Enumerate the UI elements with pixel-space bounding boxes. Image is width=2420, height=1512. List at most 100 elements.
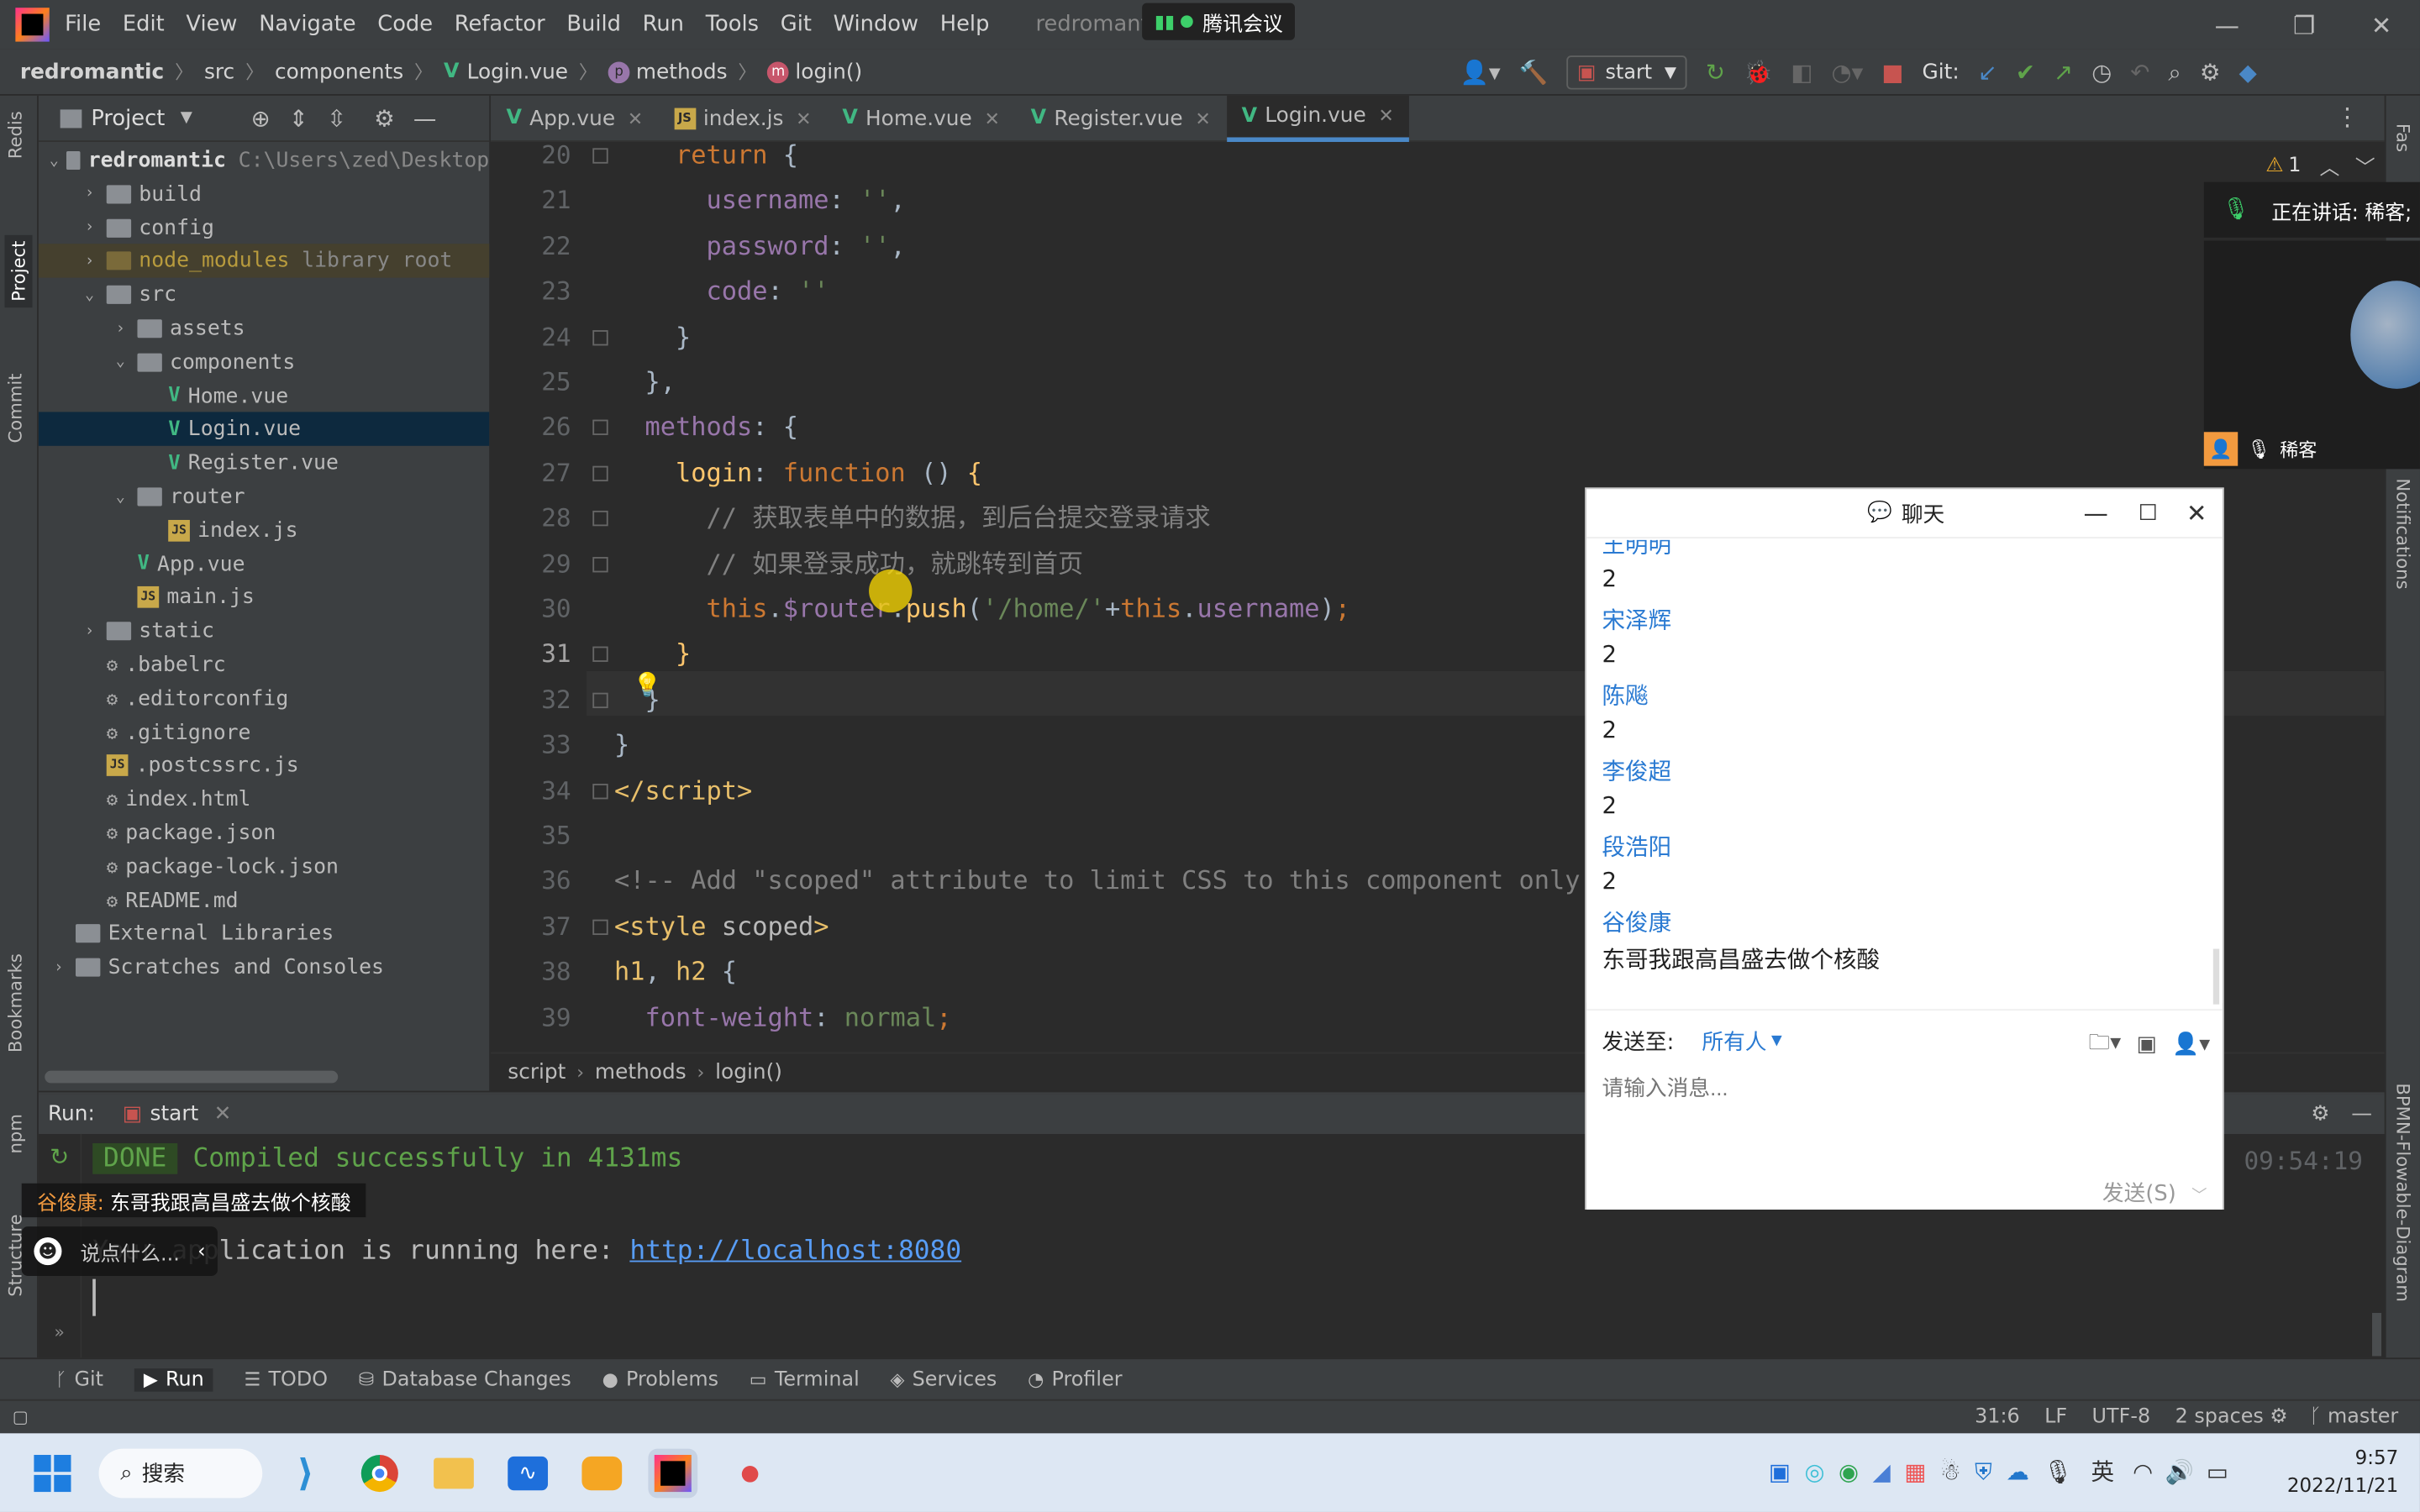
tree-item[interactable]: › node_modules library root xyxy=(38,244,490,279)
collapse-all-icon[interactable]: ⇳ xyxy=(327,104,346,132)
ime-indicator[interactable]: 英 xyxy=(2091,1455,2114,1488)
file-explorer-icon[interactable] xyxy=(429,1449,479,1499)
gear-icon[interactable]: ⚙ xyxy=(2311,1101,2329,1126)
plugin-icon[interactable]: ◆ xyxy=(2239,59,2257,87)
rollback-icon[interactable]: ↶ xyxy=(2130,59,2149,87)
more-tabs-icon[interactable]: ⋮ xyxy=(2335,102,2360,131)
run-config-select[interactable]: ▣ start ▼ xyxy=(1566,55,1687,90)
recorder-icon[interactable]: ● xyxy=(725,1449,775,1499)
tree-item[interactable]: ⌄ src xyxy=(39,278,489,312)
tool-run[interactable]: ▶ Run xyxy=(134,1368,213,1391)
chevron-right-icon[interactable]: › xyxy=(109,320,131,337)
office-tray-icon[interactable]: ▦ xyxy=(1904,1457,1926,1485)
tool-notifications[interactable]: Notifications xyxy=(2392,478,2414,589)
git-commit-icon[interactable]: ✔ xyxy=(2016,59,2035,87)
video-tile[interactable]: 👤 🎙 稀客 xyxy=(2203,240,2420,470)
profile-icon[interactable]: ◔▾ xyxy=(1832,59,1864,87)
tool-bpmn[interactable]: BPMN-Flowable-Diagram xyxy=(2392,1083,2414,1302)
tree-item[interactable]: › config xyxy=(39,211,489,244)
tab-app-vue[interactable]: V App.vue ✕ xyxy=(491,95,659,141)
fold-marker-icon[interactable] xyxy=(592,647,608,663)
layout-icon[interactable]: ▢ xyxy=(13,1407,29,1427)
close-tab-icon[interactable]: ✕ xyxy=(984,108,999,129)
search-icon[interactable]: ⌕ xyxy=(2168,59,2181,87)
fold-marker-icon[interactable] xyxy=(592,556,608,572)
chevron-right-icon[interactable]: › xyxy=(79,253,101,270)
fold-marker-icon[interactable] xyxy=(592,148,608,164)
chevron-right-icon[interactable]: › xyxy=(48,959,70,976)
tree-item[interactable]: V Home.vue xyxy=(39,379,489,412)
horizontal-scrollbar[interactable] xyxy=(45,1070,339,1084)
fold-marker-icon[interactable] xyxy=(592,692,608,708)
restore-icon[interactable]: ❐ xyxy=(2265,10,2343,39)
cursor-position[interactable]: 31:6 xyxy=(1975,1405,2020,1429)
rerun-icon[interactable]: ↻ xyxy=(39,1143,81,1171)
chat-scrollbar[interactable] xyxy=(2212,948,2220,1005)
chevron-down-icon[interactable]: ⌄ xyxy=(109,488,131,505)
tree-item[interactable]: ⚙ README.md xyxy=(39,884,489,917)
chat-sender-name[interactable]: 宋泽辉 xyxy=(1602,602,1671,635)
crumb-methods[interactable]: methods xyxy=(595,1059,687,1084)
history-icon[interactable]: ◷ xyxy=(2091,59,2112,87)
project-title[interactable]: Project xyxy=(91,106,165,130)
chat-sender-name[interactable]: 陈飚 xyxy=(1602,678,1648,711)
tree-item[interactable]: ⌄ components xyxy=(39,345,489,379)
inspection-widget[interactable]: ⚠ 1 ︿ ﹀ xyxy=(2265,151,2375,181)
wifi-icon[interactable]: ◠ xyxy=(2133,1457,2153,1485)
coverage-icon[interactable]: ◧ xyxy=(1791,59,1812,87)
tree-item[interactable]: › Scratches and Consoles xyxy=(39,951,489,984)
crumb-file[interactable]: Login.vue xyxy=(467,60,568,84)
maximize-icon[interactable]: ☐ xyxy=(2139,501,2158,525)
tab-index-js[interactable]: JS index.js ✕ xyxy=(659,95,827,141)
settings-icon[interactable]: ⚙ xyxy=(2270,1405,2287,1429)
chat-sender-name[interactable]: 李俊超 xyxy=(1602,753,1671,786)
send-button[interactable]: 发送(S) xyxy=(2102,1177,2176,1208)
chevron-right-icon[interactable]: › xyxy=(79,622,101,639)
briefcase-app-icon[interactable] xyxy=(577,1449,627,1499)
tool-npm[interactable]: npm xyxy=(5,1114,27,1153)
chat-messages[interactable]: 王明明 2 宋泽辉 2 陈飚 2 李俊超 2 段浩阳 2 谷俊康 东哥我跟高昌盛去做个核酸 xyxy=(1586,539,2223,1003)
wechat-tray-icon[interactable]: ◉ xyxy=(1839,1457,1859,1485)
gear-icon[interactable]: ⚙ xyxy=(374,104,395,132)
chevron-down-icon[interactable]: ⌄ xyxy=(109,354,131,370)
localhost-link[interactable]: http://localhost:8080 xyxy=(629,1236,961,1267)
send-to-select[interactable]: 所有人 xyxy=(1702,1026,1766,1057)
tree-item[interactable]: External Libraries xyxy=(39,917,489,951)
indent[interactable]: 2 spaces xyxy=(2175,1405,2264,1429)
intellij-taskbar-icon[interactable] xyxy=(648,1448,698,1499)
menu-item-edit[interactable]: Edit xyxy=(123,13,165,37)
taskbar-search[interactable]: ⌕ 搜索 xyxy=(98,1448,263,1499)
more-icon[interactable]: » xyxy=(39,1322,81,1342)
debug-icon[interactable]: 🐞 xyxy=(1744,59,1772,87)
tree-item[interactable]: V App.vue xyxy=(39,547,489,580)
fold-marker-icon[interactable] xyxy=(592,919,608,935)
emoji-icon[interactable]: ☻ xyxy=(34,1237,62,1266)
message-input[interactable] xyxy=(1602,1068,2204,1106)
crumb-login[interactable]: login() xyxy=(795,60,862,84)
menu-item-navigate[interactable]: Navigate xyxy=(259,13,355,37)
screenshot-icon[interactable]: ▣ xyxy=(2137,1032,2157,1057)
tree-item[interactable]: JS main.js xyxy=(39,580,489,614)
close-tab-icon[interactable]: ✕ xyxy=(1195,108,1210,129)
tree-item[interactable]: ⌄ redromantic C:\Users\zed\Desktop xyxy=(39,144,490,177)
shield-tray-icon[interactable]: ⛨ xyxy=(1975,1457,1992,1485)
tree-item[interactable]: ⌄ router xyxy=(39,480,489,513)
tab-register-vue[interactable]: V Register.vue ✕ xyxy=(1015,95,1226,141)
tool-redis[interactable]: Redis xyxy=(5,111,27,159)
git-update-icon[interactable]: ↙ xyxy=(1978,59,1997,87)
chevron-down-icon[interactable]: ﹀ xyxy=(2355,151,2375,181)
qq-tray-icon[interactable]: ☃ xyxy=(1940,1457,1961,1485)
crumb-components[interactable]: components xyxy=(275,60,403,84)
battery-icon[interactable]: ▭ xyxy=(2207,1457,2228,1485)
menu-item-run[interactable]: Run xyxy=(643,13,684,37)
meeting-tray-icon[interactable]: ▣ xyxy=(1769,1457,1791,1485)
menu-item-tools[interactable]: Tools xyxy=(706,13,759,37)
close-tab-icon[interactable]: ✕ xyxy=(1378,105,1393,127)
run-tab[interactable]: start xyxy=(150,1101,199,1126)
tree-item[interactable]: ⚙ package-lock.json xyxy=(39,850,489,884)
tool-terminal[interactable]: ▭ Terminal xyxy=(750,1368,860,1391)
locate-icon[interactable]: ⊕ xyxy=(251,104,271,132)
close-tab-icon[interactable]: ✕ xyxy=(628,108,643,129)
chevron-up-icon[interactable]: ︿ xyxy=(2319,151,2339,181)
user-icon[interactable]: 👤▾ xyxy=(1460,59,1501,87)
